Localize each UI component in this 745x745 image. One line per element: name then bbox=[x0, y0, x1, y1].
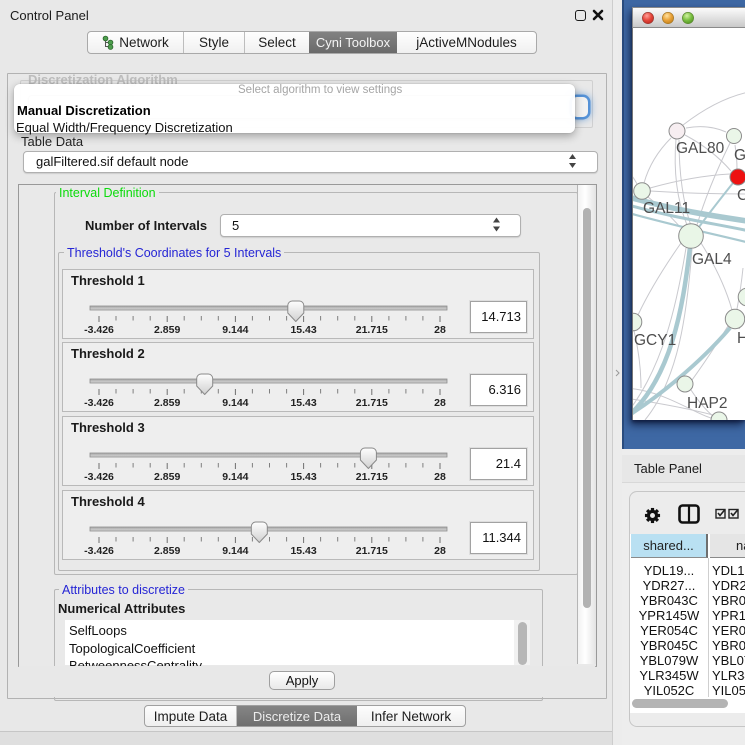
svg-text:HIS4: HIS4 bbox=[737, 330, 745, 347]
svg-text:9.144: 9.144 bbox=[222, 545, 248, 557]
svg-text:28: 28 bbox=[434, 471, 446, 483]
svg-text:9.144: 9.144 bbox=[222, 324, 248, 336]
svg-text:GAL11: GAL11 bbox=[643, 200, 690, 217]
svg-text:HAP2: HAP2 bbox=[687, 395, 728, 412]
svg-text:-3.426: -3.426 bbox=[84, 397, 114, 409]
svg-text:2.859: 2.859 bbox=[154, 471, 180, 483]
svg-text:21.715: 21.715 bbox=[356, 471, 388, 483]
svg-text:9.144: 9.144 bbox=[222, 471, 248, 483]
svg-text:CDC25: CDC25 bbox=[737, 187, 745, 204]
svg-text:GCY1: GCY1 bbox=[634, 332, 676, 349]
svg-text:15.43: 15.43 bbox=[290, 471, 316, 483]
svg-text:15.43: 15.43 bbox=[290, 324, 316, 336]
svg-text:28: 28 bbox=[434, 397, 446, 409]
svg-text:2.859: 2.859 bbox=[154, 324, 180, 336]
svg-text:21.715: 21.715 bbox=[356, 397, 388, 409]
svg-text:2.859: 2.859 bbox=[154, 397, 180, 409]
svg-text:15.43: 15.43 bbox=[290, 545, 316, 557]
svg-text:28: 28 bbox=[434, 324, 446, 336]
svg-text:-3.426: -3.426 bbox=[84, 324, 114, 336]
svg-text:15.43: 15.43 bbox=[290, 397, 316, 409]
svg-text:21.715: 21.715 bbox=[356, 545, 388, 557]
svg-text:28: 28 bbox=[434, 545, 446, 557]
svg-text:GAL2: GAL2 bbox=[734, 147, 745, 164]
svg-text:-3.426: -3.426 bbox=[84, 471, 114, 483]
svg-text:GAL4: GAL4 bbox=[692, 251, 732, 268]
svg-text:9.144: 9.144 bbox=[222, 397, 248, 409]
svg-text:GAL80: GAL80 bbox=[676, 140, 725, 157]
svg-text:21.715: 21.715 bbox=[356, 324, 388, 336]
svg-text:2.859: 2.859 bbox=[154, 545, 180, 557]
svg-text:-3.426: -3.426 bbox=[84, 545, 114, 557]
